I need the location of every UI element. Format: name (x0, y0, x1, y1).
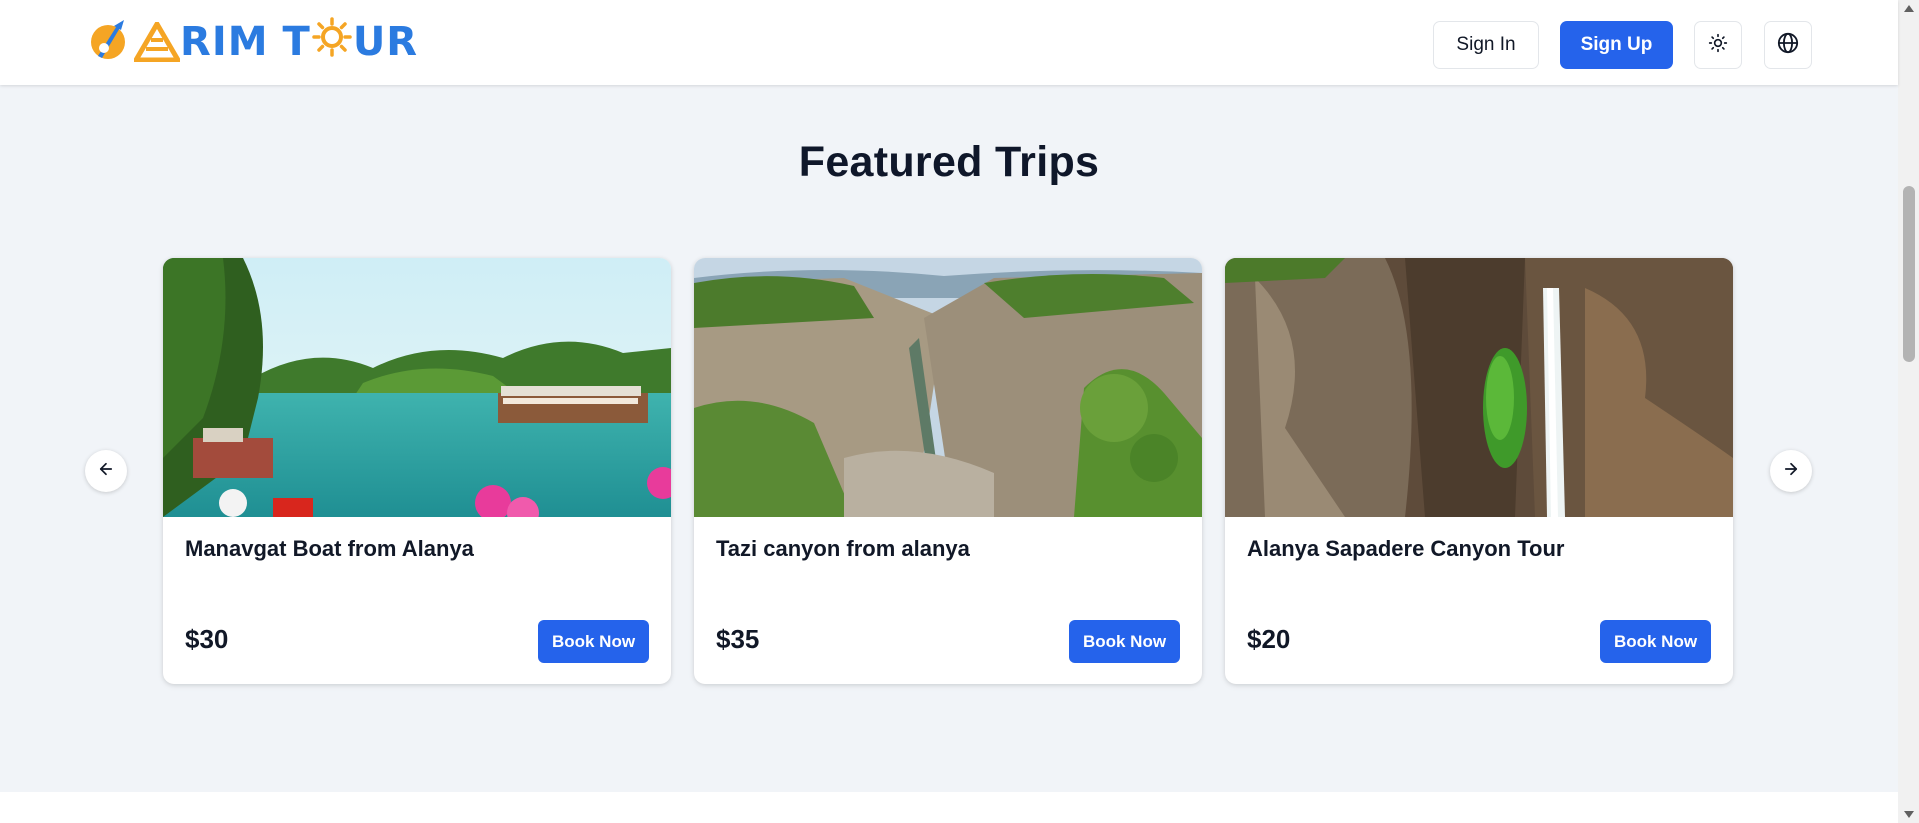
logo-letter: U (352, 19, 387, 65)
sign-up-button[interactable]: Sign Up (1560, 21, 1673, 69)
next-section-edge (0, 792, 1898, 823)
logo-letter: I (211, 19, 228, 65)
logo-letter: R (180, 19, 212, 65)
sun-icon (1708, 33, 1728, 58)
logo-sun-icon (312, 16, 352, 68)
arrow-left-icon (97, 460, 115, 483)
logo-letter: T (282, 19, 311, 65)
logo-letter: R (386, 19, 419, 65)
theme-toggle-button[interactable] (1694, 21, 1742, 69)
trip-title[interactable]: Tazi canyon from alanya (716, 536, 970, 562)
trip-card[interactable]: Alanya Sapadere Canyon Tour $20 Book Now (1225, 258, 1733, 684)
site-header: R I M T U R Sign In Sign Up (0, 0, 1898, 85)
page-scrollbar[interactable] (1898, 0, 1919, 823)
language-button[interactable] (1764, 21, 1812, 69)
scroll-down-arrow-icon[interactable] (1898, 806, 1919, 823)
trip-title[interactable]: Manavgat Boat from Alanya (185, 536, 474, 562)
trip-card[interactable]: Manavgat Boat from Alanya $30 Book Now (163, 258, 671, 684)
trip-image-waterfall (1225, 258, 1733, 517)
logo-text: R I M T U R (134, 16, 419, 68)
trip-card[interactable]: Tazi canyon from alanya $35 Book Now (694, 258, 1202, 684)
logo-emblem-icon (88, 18, 132, 67)
scrollbar-thumb[interactable] (1903, 186, 1915, 362)
scroll-up-arrow-icon[interactable] (1898, 0, 1919, 17)
trip-image-river (163, 258, 671, 517)
arrow-right-icon (1782, 460, 1800, 483)
trip-price: $35 (716, 624, 760, 654)
book-now-button[interactable]: Book Now (1600, 620, 1711, 663)
trip-title[interactable]: Alanya Sapadere Canyon Tour (1247, 536, 1564, 562)
book-now-button[interactable]: Book Now (1069, 620, 1180, 663)
trip-price: $20 (1247, 624, 1291, 654)
logo-pyramid-icon (134, 22, 180, 62)
book-now-button[interactable]: Book Now (538, 620, 649, 663)
carousel-next-button[interactable] (1770, 450, 1812, 492)
globe-icon (1777, 32, 1799, 59)
trip-image-canyon (694, 258, 1202, 517)
sign-in-button[interactable]: Sign In (1433, 21, 1539, 69)
site-logo[interactable]: R I M T U R (88, 16, 419, 68)
trip-price: $30 (185, 624, 229, 654)
logo-letter: M (227, 19, 269, 65)
carousel-prev-button[interactable] (85, 450, 127, 492)
section-title: Featured Trips (798, 138, 1100, 186)
